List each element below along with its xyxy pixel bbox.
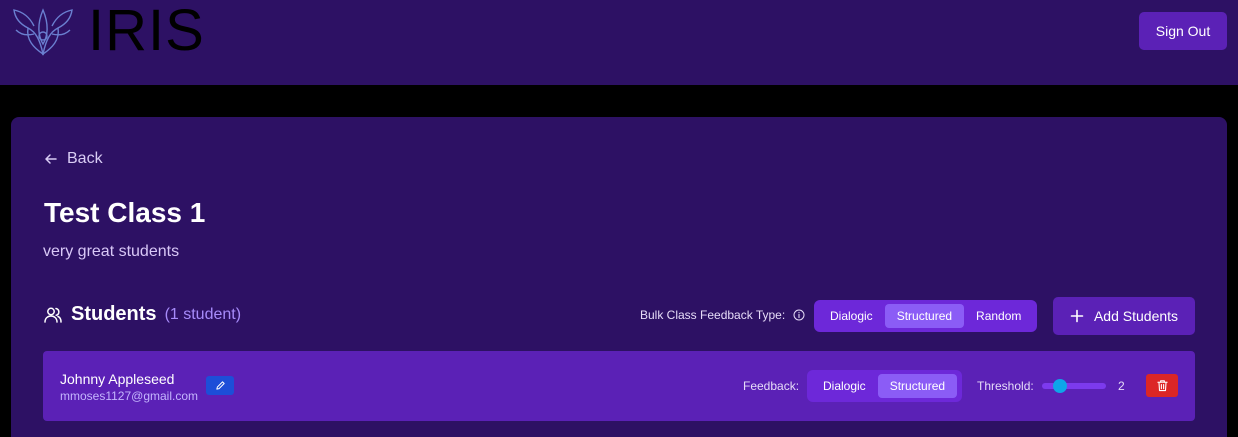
student-email: mmoses1127@gmail.com	[60, 389, 199, 403]
feedback-option-dialogic[interactable]: Dialogic	[811, 374, 878, 398]
edit-student-button[interactable]	[206, 376, 234, 395]
threshold-slider-track[interactable]	[1042, 383, 1106, 389]
back-link[interactable]: Back	[43, 150, 103, 168]
add-students-button[interactable]: Add Students	[1053, 297, 1195, 335]
class-card: Back Test Class 1 very great students St…	[11, 117, 1227, 437]
back-label: Back	[67, 150, 103, 167]
student-feedback-toggle: Dialogic Structured	[807, 370, 962, 402]
bulk-option-dialogic[interactable]: Dialogic	[818, 304, 885, 328]
pencil-icon	[215, 381, 225, 390]
plus-icon	[1070, 309, 1084, 323]
bulk-feedback-label: Bulk Class Feedback Type:	[640, 308, 805, 322]
bulk-option-random[interactable]: Random	[964, 304, 1033, 328]
trash-icon	[1156, 380, 1168, 392]
bulk-feedback-toggle: Dialogic Structured Random	[814, 300, 1037, 332]
bulk-option-structured[interactable]: Structured	[884, 304, 965, 328]
student-row: Johnny Appleseed mmoses1127@gmail.com Fe…	[43, 351, 1195, 421]
arrow-left-icon	[45, 154, 57, 164]
student-name: Johnny Appleseed	[60, 371, 175, 387]
students-count: (1 student)	[164, 305, 242, 323]
threshold-slider-thumb[interactable]	[1053, 379, 1067, 393]
students-title: Students	[71, 303, 157, 325]
students-heading: Students (1 student)	[43, 303, 241, 326]
top-header: IRIS Sign Out	[0, 0, 1238, 85]
info-icon[interactable]	[793, 309, 805, 321]
iris-logo-icon	[13, 8, 73, 56]
delete-student-button[interactable]	[1146, 374, 1178, 397]
class-description: very great students	[43, 243, 180, 260]
feedback-label: Feedback:	[743, 379, 800, 393]
feedback-option-structured[interactable]: Structured	[877, 374, 958, 398]
threshold-label: Threshold:	[977, 379, 1034, 393]
sign-out-button[interactable]: Sign Out	[1139, 12, 1227, 50]
page-title: Test Class 1	[44, 197, 206, 228]
brand-title: IRIS	[88, 0, 205, 63]
threshold-slider[interactable]	[1042, 379, 1106, 393]
users-icon	[44, 307, 62, 323]
threshold-value: 2	[1118, 379, 1125, 393]
bulk-feedback-label-text: Bulk Class Feedback Type:	[640, 308, 786, 322]
add-students-label: Add Students	[1093, 308, 1179, 324]
